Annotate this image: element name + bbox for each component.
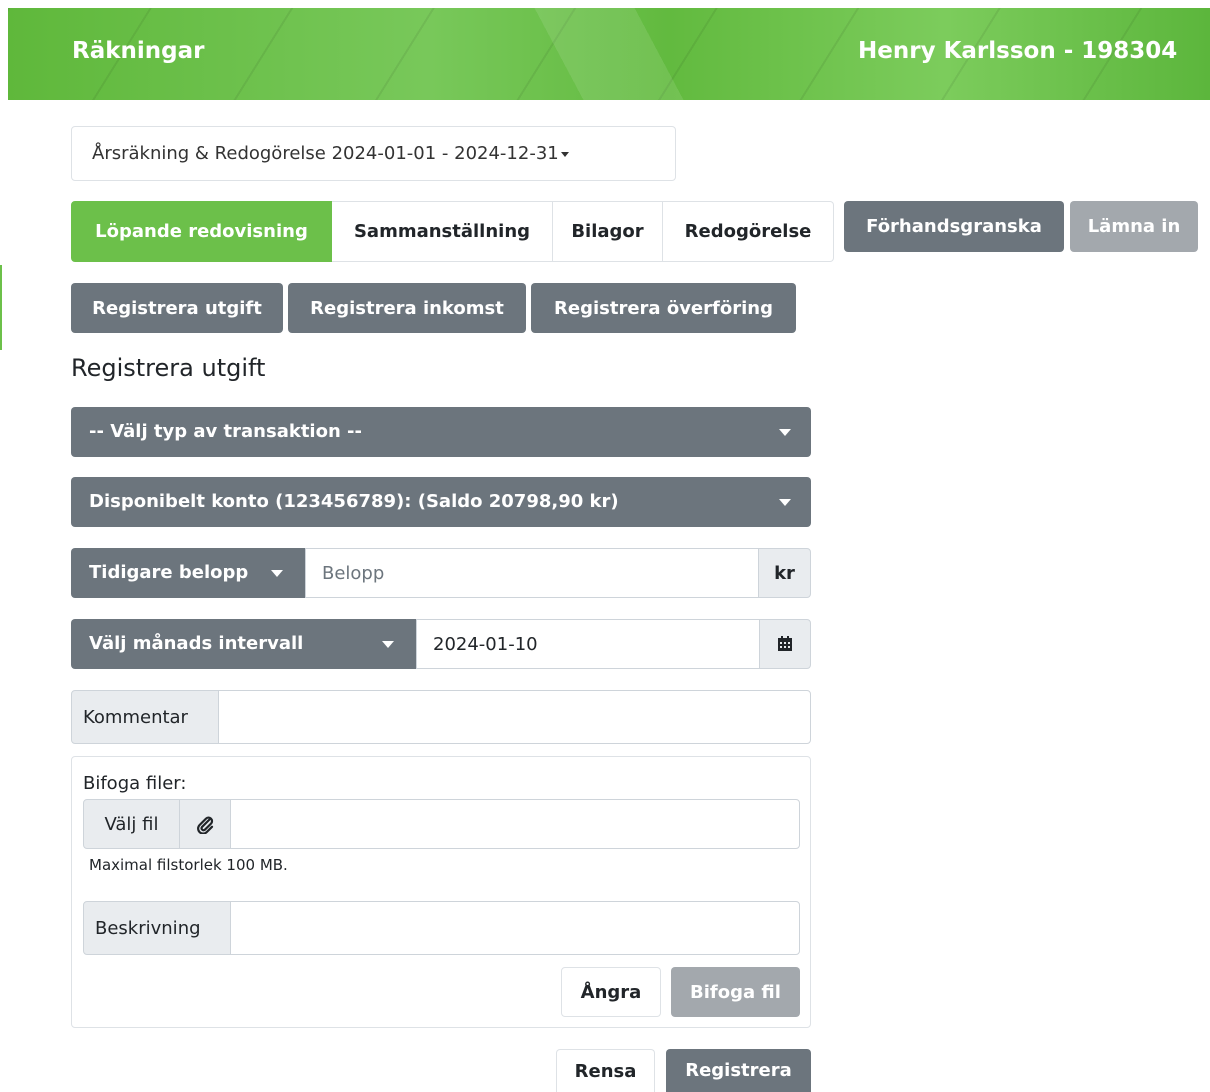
left-accent-bar — [0, 265, 2, 350]
transaction-type-label: -- Välj typ av transaktion -- — [89, 421, 362, 442]
chevron-down-icon — [779, 499, 791, 506]
form-title: Registrera utgift — [71, 354, 266, 382]
chevron-down-icon — [382, 641, 394, 648]
description-input[interactable] — [230, 901, 800, 955]
undo-button[interactable]: Ångra — [561, 967, 661, 1017]
file-name-input[interactable] — [230, 799, 800, 849]
register-button[interactable]: Registrera — [666, 1049, 811, 1092]
attach-files-label: Bifoga filer: — [83, 773, 187, 794]
month-interval-dropdown[interactable]: Välj månads intervall — [71, 619, 416, 669]
page-title: Räkningar — [72, 38, 205, 64]
month-interval-label: Välj månads intervall — [89, 633, 304, 654]
attach-file-button[interactable]: Bifoga fil — [671, 967, 800, 1017]
amount-input[interactable] — [305, 548, 759, 598]
calendar-button[interactable] — [759, 619, 811, 669]
tab-bilagor[interactable]: Bilagor — [553, 201, 663, 262]
submit-button[interactable]: Lämna in — [1070, 201, 1198, 252]
account-select[interactable]: Disponibelt konto (123456789): (Saldo 20… — [71, 477, 811, 527]
transaction-type-select[interactable]: -- Välj typ av transaktion -- — [71, 407, 811, 457]
register-expense-button[interactable]: Registrera utgift — [71, 283, 283, 333]
calendar-icon — [778, 636, 792, 651]
attach-files-panel: Bifoga filer: Välj fil Maximal filstorle… — [71, 756, 811, 1028]
file-picker: Välj fil — [83, 799, 800, 849]
max-file-size-hint: Maximal filstorlek 100 MB. — [89, 856, 288, 874]
date-row: Välj månads intervall — [71, 619, 811, 669]
chevron-down-icon — [560, 151, 569, 157]
chevron-down-icon — [779, 429, 791, 436]
comment-input[interactable] — [218, 690, 811, 744]
attach-button[interactable] — [179, 799, 231, 849]
clear-button[interactable]: Rensa — [556, 1049, 655, 1092]
account-label: Disponibelt konto (123456789): (Saldo 20… — [89, 491, 619, 512]
period-select[interactable]: Årsräkning & Redogörelse 2024-01-01 - 20… — [71, 126, 676, 181]
currency-addon: kr — [758, 548, 811, 598]
amount-row: Tidigare belopp kr — [71, 548, 811, 598]
description-row: Beskrivning — [83, 901, 800, 955]
choose-file-button[interactable]: Välj fil — [83, 799, 180, 849]
tab-lopande-redovisning[interactable]: Löpande redovisning — [71, 201, 332, 262]
register-income-button[interactable]: Registrera inkomst — [288, 283, 526, 333]
chevron-down-icon — [271, 570, 283, 577]
date-input[interactable] — [416, 619, 760, 669]
paperclip-icon — [197, 816, 214, 834]
period-select-label: Årsräkning & Redogörelse 2024-01-01 - 20… — [92, 143, 559, 164]
description-label: Beskrivning — [83, 901, 231, 955]
preview-button[interactable]: Förhandsgranska — [844, 201, 1064, 252]
comment-row: Kommentar — [71, 690, 811, 744]
user-name: Henry Karlsson - 198304 — [858, 38, 1178, 64]
report-tabs: Löpande redovisning Sammanställning Bila… — [71, 201, 834, 262]
app-header: Räkningar Henry Karlsson - 198304 — [8, 8, 1210, 100]
tab-redogorelse[interactable]: Redogörelse — [663, 201, 834, 262]
tab-sammanstallning[interactable]: Sammanställning — [332, 201, 553, 262]
previous-amount-dropdown[interactable]: Tidigare belopp — [71, 548, 305, 598]
previous-amount-label: Tidigare belopp — [89, 562, 249, 583]
register-transfer-button[interactable]: Registrera överföring — [531, 283, 796, 333]
comment-label: Kommentar — [71, 690, 219, 744]
